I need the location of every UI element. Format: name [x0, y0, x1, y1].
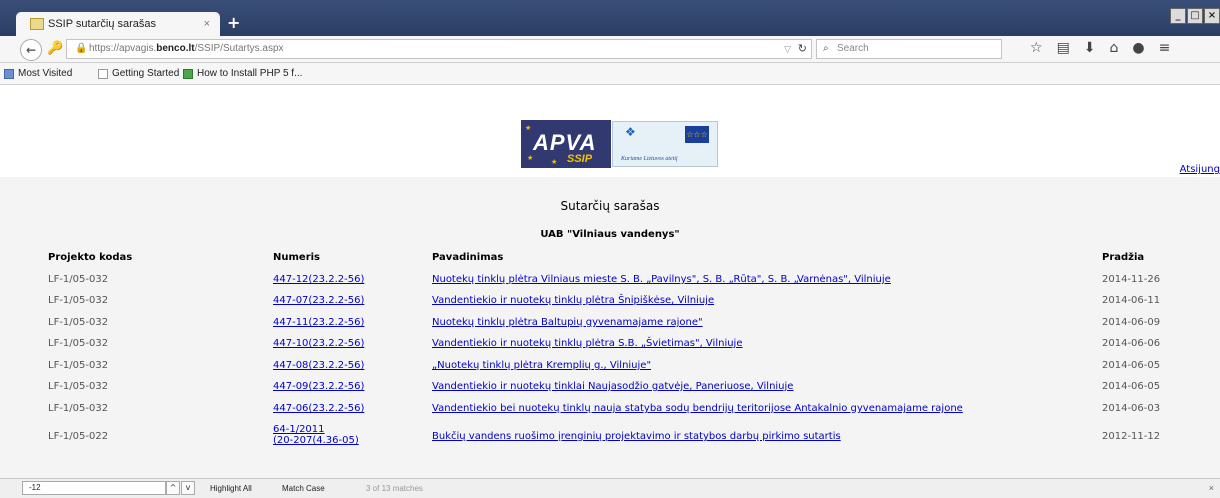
eu-funds-logo: ❖ ☆☆☆ Kuriame Lietuvos ateitį [612, 121, 718, 167]
bookmark-label: Most Visited [18, 68, 73, 79]
search-input[interactable]: ⌕ Search [816, 39, 1002, 59]
tab-title: SSIP sutarčių sarašas [48, 18, 157, 30]
lock-icon: 🔒 [75, 43, 88, 54]
cell-pradzia: 2012-11-12 [1102, 431, 1161, 442]
bookmark-php-install[interactable]: How to Install PHP 5 f... [183, 63, 302, 84]
chat-icon[interactable]: ● [1132, 40, 1144, 56]
window-close-button[interactable]: × [1204, 8, 1220, 24]
cell-pradzia: 2014-06-03 [1102, 403, 1161, 414]
page-icon [98, 68, 108, 79]
find-next-button[interactable]: v [181, 481, 195, 495]
cell-pradzia: 2014-11-26 [1102, 274, 1161, 285]
bookmark-label: Getting Started [112, 68, 180, 79]
page-subtitle: UAB "Vilniaus vandenys" [540, 229, 680, 240]
new-tab-button[interactable]: + [227, 13, 240, 32]
contract-title-link[interactable]: Vandentiekio bei nuotekų tinklų nauja st… [432, 403, 963, 414]
contract-title-link[interactable]: Vandentiekio ir nuotekų tinklų plėtra S.… [432, 338, 743, 349]
contract-number-link[interactable]: 64-1/2011 (20-207(4.36-05) [273, 424, 359, 446]
column-header-kodas: Projekto kodas [48, 252, 133, 263]
star-icon: ★ [551, 158, 558, 166]
find-bar: -12 ^ v Highlight All Match Case 3 of 13… [0, 478, 1220, 498]
navigation-toolbar: ← 🔑 🔒 https://apvagis.benco.lt/SSIP/Suta… [0, 36, 1220, 63]
home-icon[interactable]: ⌂ [1110, 40, 1119, 56]
bookmark-getting-started[interactable]: Getting Started [98, 63, 179, 84]
bookmark-most-visited[interactable]: Most Visited [4, 63, 72, 84]
url-bar[interactable]: 🔒 https://apvagis.benco.lt/SSIP/Sutartys… [66, 39, 812, 59]
match-count: 3 of 13 matches [366, 484, 423, 493]
tab-close-button[interactable]: × [204, 18, 210, 30]
find-previous-button[interactable]: ^ [166, 481, 180, 495]
cell-kodas: LF-1/05-032 [48, 381, 109, 392]
bookmarks-toolbar: Most Visited Getting Started How to Inst… [0, 63, 1220, 85]
eu-structural-mark-icon: ❖ [625, 125, 636, 139]
contract-title-link[interactable]: Nuotekų tinklų plėtra Vilniaus mieste S.… [432, 274, 891, 285]
toolbar-icons: ☆ ▤ ⬇ ⌂ ● ≡ [1030, 40, 1170, 56]
find-input[interactable]: -12 [22, 481, 166, 495]
page-favicon-icon [30, 18, 44, 30]
column-header-numeris: Numeris [273, 252, 321, 263]
browser-tab[interactable]: SSIP sutarčių sarašas × [16, 12, 220, 36]
contract-number-link[interactable]: 447-07(23.2.2-56) [273, 295, 364, 306]
cell-kodas: LF-1/05-032 [48, 295, 109, 306]
highlight-all-button[interactable]: Highlight All [210, 479, 252, 498]
contract-number-link[interactable]: 447-11(23.2.2-56) [273, 317, 364, 328]
cell-kodas: LF-1/05-032 [48, 317, 109, 328]
php-icon [183, 68, 193, 79]
contract-number-link[interactable]: 447-10(23.2.2-56) [273, 338, 364, 349]
cell-kodas: LF-1/05-032 [48, 403, 109, 414]
star-icon: ★ [525, 124, 532, 132]
contract-title-link[interactable]: Nuotekų tinklų plėtra Baltupių gyvenamaj… [432, 317, 703, 328]
search-icon: ⌕ [823, 43, 829, 54]
column-header-pavadinimas: Pavadinimas [432, 252, 504, 263]
contract-number-line: 64-1/2011 [273, 424, 325, 435]
contract-title-link[interactable]: Bukčių vandens ruošimo įrenginių projekt… [432, 431, 841, 442]
cell-kodas: LF-1/05-032 [48, 338, 109, 349]
menu-icon[interactable]: ≡ [1159, 40, 1171, 56]
logout-link[interactable]: Atsijung [1180, 164, 1220, 175]
window-controls: _ □ × [1170, 8, 1220, 24]
contract-number-link[interactable]: 447-12(23.2.2-56) [273, 274, 364, 285]
cell-pradzia: 2014-06-11 [1102, 295, 1161, 306]
match-case-button[interactable]: Match Case [282, 479, 325, 498]
contract-number-line: (20-207(4.36-05) [273, 435, 359, 446]
url-text: https://apvagis.benco.lt/SSIP/Sutartys.a… [89, 43, 284, 54]
eu-flag-icon: ☆☆☆ [685, 126, 709, 143]
identity-key-icon[interactable]: 🔑 [47, 41, 63, 56]
column-header-pradzia: Pradžia [1102, 252, 1145, 263]
contract-number-link[interactable]: 447-06(23.2.2-56) [273, 403, 364, 414]
cell-pradzia: 2014-06-09 [1102, 317, 1161, 328]
download-icon[interactable]: ⬇ [1084, 40, 1096, 56]
minimize-button[interactable]: _ [1170, 8, 1186, 24]
contract-title-link[interactable]: „Nuotekų tinklų plėtra Kremplių g., Viln… [432, 360, 651, 371]
cell-pradzia: 2014-06-05 [1102, 381, 1161, 392]
maximize-button[interactable]: □ [1187, 8, 1203, 24]
contract-number-link[interactable]: 447-09(23.2.2-56) [273, 381, 364, 392]
find-close-button[interactable]: × [1209, 479, 1214, 498]
reload-icon[interactable]: ↻ [798, 40, 807, 58]
cell-pradzia: 2014-06-06 [1102, 338, 1161, 349]
apva-logo: ★ ★ ★ APVA SSIP [521, 120, 611, 168]
cell-kodas: LF-1/05-022 [48, 431, 109, 442]
cell-kodas: LF-1/05-032 [48, 360, 109, 371]
star-icon[interactable]: ☆ [1030, 40, 1043, 56]
bookmark-label: How to Install PHP 5 f... [197, 68, 303, 79]
contract-number-link[interactable]: 447-08(23.2.2-56) [273, 360, 364, 371]
contract-title-link[interactable]: Vandentiekio ir nuotekų tinklai Naujasod… [432, 381, 793, 392]
dropdown-arrow-icon[interactable]: ▽ [784, 40, 791, 58]
search-placeholder: Search [837, 43, 869, 54]
cell-kodas: LF-1/05-032 [48, 274, 109, 285]
back-button[interactable]: ← [20, 39, 42, 61]
most-visited-icon [4, 68, 14, 79]
page-title: Sutarčių sarašas [560, 199, 660, 213]
bookmark-list-icon[interactable]: ▤ [1057, 40, 1070, 56]
cell-pradzia: 2014-06-05 [1102, 360, 1161, 371]
contract-title-link[interactable]: Vandentiekio ir nuotekų tinklų plėtra Šn… [432, 295, 714, 306]
